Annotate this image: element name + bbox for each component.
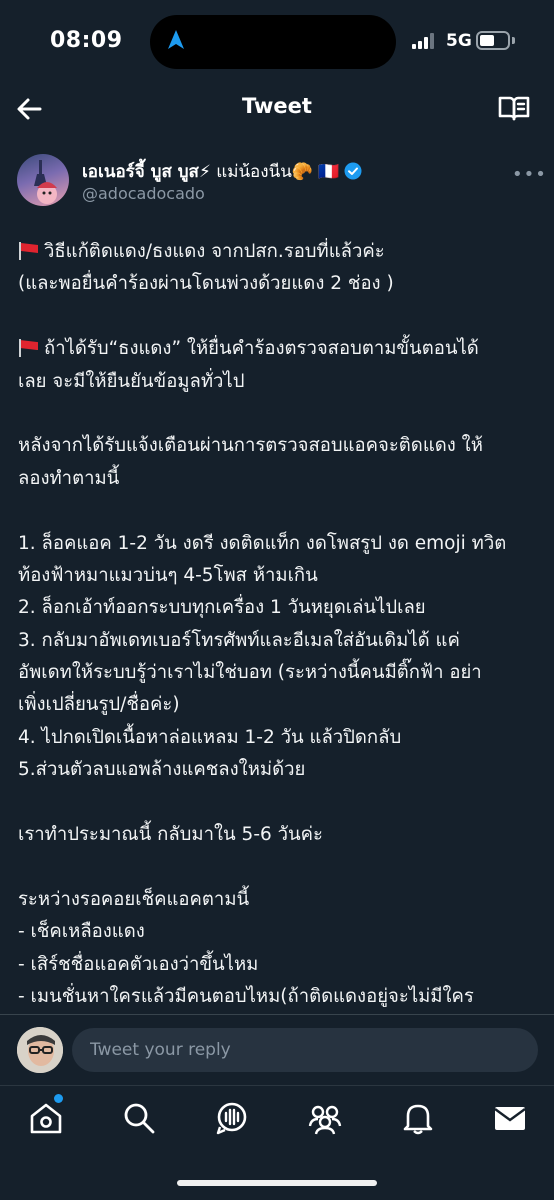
tweet-line-text: เราทำประมาณนี้ กลับมาใน 5-6 วันค่ะ xyxy=(18,824,323,846)
author-avatar[interactable] xyxy=(17,154,69,206)
tweet-line-text: วิธีแก้ติดแดง/ธงแดง จากปสก.รอบที่แล้วค่ะ xyxy=(44,241,385,262)
tweet-line xyxy=(18,851,540,883)
battery-icon xyxy=(476,31,510,50)
page-title: Tweet xyxy=(242,94,312,118)
red-flag-icon xyxy=(18,242,40,260)
tweet-line: 2. ล็อกเอ้าท์ออกระบบทุกเครื่อง 1 วันหยุด… xyxy=(18,592,540,624)
tweet-line-text: 3. กลับมาอัพเดทเบอร์โทรศัพท์และอีเมลใส่อ… xyxy=(18,629,460,651)
tweet-line: วิธีแก้ติดแดง/ธงแดง จากปสก.รอบที่แล้วค่ะ xyxy=(18,236,540,268)
tweet-author: เอเนอร์จี้ บูส บูส⚡ แม่น้องนีน🥐 🇫🇷 @adoc… xyxy=(0,150,554,210)
status-time: 08:09 xyxy=(50,28,123,53)
tweet-line: 4. ไปกดเปิดเนื้อหาล่อแหลม 1-2 วัน แล้วปิ… xyxy=(18,722,540,754)
tweet-line-text: (และพอยื่นคำร้องผ่านโดนพ่วงด้วยแดง 2 ช่อ… xyxy=(18,273,394,295)
tweet-line-text: เลย จะมีให้ยืนยันข้อมูลทั่วไป xyxy=(18,370,245,392)
tweet-line-text: ท้องฟ้าหมาแมวบ่นๆ 4-5โพส ห้ามเกิน xyxy=(18,564,318,586)
tweet-line: 3. กลับมาอัพเดทเบอร์โทรศัพท์และอีเมลใส่อ… xyxy=(18,625,540,657)
user-avatar[interactable] xyxy=(17,1027,63,1073)
top-header: Tweet xyxy=(0,86,554,130)
author-handle[interactable]: @adocadocado xyxy=(82,184,205,203)
tweet-line xyxy=(18,495,540,527)
notifications-bell-icon[interactable] xyxy=(400,1100,436,1136)
tweet-line: เราทำประมาณนี้ กลับมาใน 5-6 วันค่ะ xyxy=(18,819,540,851)
status-bar: 08:09 5G xyxy=(0,0,554,86)
network-type: 5G xyxy=(446,31,472,51)
tweet-line: 1. ล็อคแอค 1-2 วัน งดรี งดติดแท็ก งดโพสร… xyxy=(18,528,540,560)
tweet-line: เพิ่งเปลี่ยนรูป/ชื่อค่ะ) xyxy=(18,689,540,721)
tweet-line xyxy=(18,301,540,333)
tweet-line: ระหว่างรอคอยเช็คแอคตามนี้ xyxy=(18,884,540,916)
author-name-text: เอเนอร์จี้ บูส บูส xyxy=(82,162,199,182)
tweet-text: วิธีแก้ติดแดง/ธงแดง จากปสก.รอบที่แล้วค่ะ… xyxy=(18,236,540,1014)
cellular-signal-icon xyxy=(412,33,434,49)
tweet-line: - เช็คเหลืองแดง xyxy=(18,916,540,948)
tweet-line-text: เพิ่งเปลี่ยนรูป/ชื่อค่ะ) xyxy=(18,694,180,716)
tweet-line-text: 1. ล็อคแอค 1-2 วัน งดรี งดติดแท็ก งดโพสร… xyxy=(18,532,507,554)
battery-tip xyxy=(512,37,515,44)
author-name-emoji: ⚡ แม่น้องนีน🥐 🇫🇷 xyxy=(198,162,340,182)
messages-icon[interactable] xyxy=(492,1100,528,1136)
tweet-line: ลองทำตามนี้ xyxy=(18,463,540,495)
tweet-line: หลังจากได้รับแจ้งเตือนผ่านการตรวจสอบแอคจ… xyxy=(18,430,540,462)
tweet-line-text: ถ้าได้รับ“ธงแดง” ให้ยื่นคำร้องตรวจสอบตาม… xyxy=(44,338,479,360)
tweet-line: ถ้าได้รับ“ธงแดง” ให้ยื่นคำร้องตรวจสอบตาม… xyxy=(18,333,540,365)
spaces-icon[interactable] xyxy=(214,1100,250,1136)
tweet-line-text: 4. ไปกดเปิดเนื้อหาล่อแหลม 1-2 วัน แล้วปิ… xyxy=(18,726,402,748)
tweet-line: อัพเดทให้ระบบรู้ว่าเราไม่ใช่บอท (ระหว่าง… xyxy=(18,657,540,689)
tweet-line-text: อัพเดทให้ระบบรู้ว่าเราไม่ใช่บอท (ระหว่าง… xyxy=(18,662,482,684)
verified-badge-icon xyxy=(344,162,362,180)
communities-icon[interactable] xyxy=(307,1100,343,1136)
tweet-line: เลย จะมีให้ยืนยันข้อมูลทั่วไป xyxy=(18,366,540,398)
tweet-line-text: - เช็คเหลืองแดง xyxy=(18,921,145,943)
red-flag-icon xyxy=(18,339,40,358)
bottom-tab-bar xyxy=(0,1085,554,1155)
tweet-line-text: - เสิร์ชชื่อแอคตัวเองว่าขึ้นไหม xyxy=(18,953,259,975)
more-options-icon[interactable]: ••• xyxy=(512,164,547,185)
tweet-line-text: 2. ล็อกเอ้าท์ออกระบบทุกเครื่อง 1 วันหยุด… xyxy=(18,597,426,619)
home-notification-dot xyxy=(54,1094,63,1103)
tweet-line-text: ลองทำตามนี้ xyxy=(18,467,120,489)
home-indicator xyxy=(177,1180,377,1186)
tweet-line: - เสิร์ชชื่อแอคตัวเองว่าขึ้นไหม xyxy=(18,949,540,981)
search-icon[interactable] xyxy=(121,1100,157,1136)
tweet-line: - เมนชั่นหาใครแล้วมีคนตอบไหม(ถ้าติดแดงอย… xyxy=(18,981,540,1013)
home-icon[interactable] xyxy=(28,1100,64,1136)
tweet-line-text: หลังจากได้รับแจ้งเตือนผ่านการตรวจสอบแอคจ… xyxy=(18,435,483,457)
tweet-line xyxy=(18,787,540,819)
tweet-line: (และพอยื่นคำร้องผ่านโดนพ่วงด้วยแดง 2 ช่อ… xyxy=(18,268,540,300)
author-name[interactable]: เอเนอร์จี้ บูส บูส⚡ แม่น้องนีน🥐 🇫🇷 xyxy=(82,158,362,185)
reply-bar xyxy=(0,1015,554,1085)
tweet-line xyxy=(18,398,540,430)
tweet-line-text: 5.ส่วนตัวลบแอพล้างแคชลงใหม่ด้วย xyxy=(18,759,306,781)
tweet-line-text: - เมนชั่นหาใครแล้วมีคนตอบไหม(ถ้าติดแดงอย… xyxy=(18,985,474,1007)
location-arrow-icon xyxy=(168,30,184,49)
reply-input[interactable] xyxy=(72,1028,538,1072)
tweet-line: 5.ส่วนตัวลบแอพล้างแคชลงใหม่ด้วย xyxy=(18,754,540,786)
reader-mode-icon[interactable] xyxy=(498,94,530,122)
tweet-line-text: ระหว่างรอคอยเช็คแอคตามนี้ xyxy=(18,888,250,910)
tweet-line: ท้องฟ้าหมาแมวบ่นๆ 4-5โพส ห้ามเกิน xyxy=(18,560,540,592)
dynamic-island xyxy=(150,15,396,69)
